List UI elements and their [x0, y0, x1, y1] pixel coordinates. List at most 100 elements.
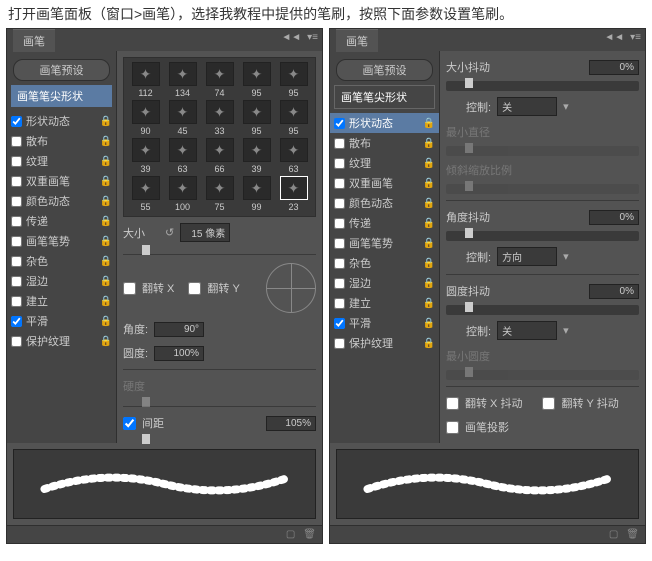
- roundness-jitter-value[interactable]: 0%: [589, 284, 639, 299]
- sidebar-item-4[interactable]: 颜色动态🔒: [330, 193, 439, 213]
- trash-icon[interactable]: 🗑: [303, 529, 316, 540]
- lock-icon[interactable]: 🔒: [423, 278, 435, 289]
- lock-icon[interactable]: 🔒: [423, 258, 435, 269]
- brush-thumbnail[interactable]: ✦63: [165, 138, 200, 174]
- lock-icon[interactable]: 🔒: [423, 118, 435, 129]
- brush-tip-shape[interactable]: 画笔笔尖形状: [11, 85, 112, 107]
- lock-icon[interactable]: 🔒: [423, 318, 435, 329]
- brush-thumbnail[interactable]: ✦95: [276, 62, 311, 98]
- sidebar-checkbox[interactable]: [334, 198, 345, 209]
- sidebar-item-1[interactable]: 散布🔒: [330, 133, 439, 153]
- sidebar-item-11[interactable]: 保护纹理🔒: [330, 333, 439, 353]
- menu-icon[interactable]: ▾≡: [630, 32, 641, 43]
- lock-icon[interactable]: 🔒: [100, 136, 112, 147]
- sidebar-item-0[interactable]: 形状动态🔒: [330, 113, 439, 133]
- sidebar-checkbox[interactable]: [334, 218, 345, 229]
- sidebar-item-10[interactable]: 平滑🔒: [330, 313, 439, 333]
- menu-icon[interactable]: ▾≡: [307, 32, 318, 43]
- sidebar-checkbox[interactable]: [11, 216, 22, 227]
- sidebar-item-4[interactable]: 颜色动态🔒: [7, 191, 116, 211]
- sidebar-checkbox[interactable]: [11, 336, 22, 347]
- collapse-icon[interactable]: ◄◄: [281, 32, 301, 43]
- sidebar-item-9[interactable]: 建立🔒: [7, 291, 116, 311]
- brush-thumbnail[interactable]: ✦99: [239, 176, 274, 212]
- angle-jitter-value[interactable]: 0%: [589, 210, 639, 225]
- sidebar-checkbox[interactable]: [334, 258, 345, 269]
- sidebar-checkbox[interactable]: [11, 236, 22, 247]
- brush-thumbnail[interactable]: ✦95: [239, 62, 274, 98]
- roundness-jitter-slider[interactable]: [446, 305, 639, 315]
- sidebar-item-0[interactable]: 形状动态🔒: [7, 111, 116, 131]
- sidebar-item-5[interactable]: 传递🔒: [330, 213, 439, 233]
- sidebar-checkbox[interactable]: [334, 318, 345, 329]
- sidebar-checkbox[interactable]: [11, 256, 22, 267]
- brush-thumbnail[interactable]: ✦95: [276, 100, 311, 136]
- brush-thumbnail[interactable]: ✦45: [165, 100, 200, 136]
- sidebar-item-9[interactable]: 建立🔒: [330, 293, 439, 313]
- sidebar-item-1[interactable]: 散布🔒: [7, 131, 116, 151]
- brush-thumbnail[interactable]: ✦74: [202, 62, 237, 98]
- lock-icon[interactable]: 🔒: [423, 178, 435, 189]
- new-preset-icon[interactable]: ▢: [286, 529, 295, 540]
- sidebar-checkbox[interactable]: [11, 276, 22, 287]
- sidebar-checkbox[interactable]: [11, 136, 22, 147]
- brush-thumbnail[interactable]: ✦90: [128, 100, 163, 136]
- lock-icon[interactable]: 🔒: [100, 156, 112, 167]
- brush-thumbnail[interactable]: ✦66: [202, 138, 237, 174]
- size-control-select[interactable]: 关: [497, 97, 557, 116]
- lock-icon[interactable]: 🔒: [100, 116, 112, 127]
- brush-thumbnail[interactable]: ✦39: [239, 138, 274, 174]
- lock-icon[interactable]: 🔒: [100, 276, 112, 287]
- lock-icon[interactable]: 🔒: [100, 296, 112, 307]
- sidebar-item-10[interactable]: 平滑🔒: [7, 311, 116, 331]
- sidebar-checkbox[interactable]: [334, 138, 345, 149]
- sidebar-item-3[interactable]: 双重画笔🔒: [7, 171, 116, 191]
- sidebar-checkbox[interactable]: [334, 338, 345, 349]
- sidebar-checkbox[interactable]: [11, 156, 22, 167]
- brush-projection-checkbox[interactable]: [446, 421, 459, 434]
- lock-icon[interactable]: 🔒: [100, 236, 112, 247]
- brush-thumbnail[interactable]: ✦33: [202, 100, 237, 136]
- panel-tab[interactable]: 画笔: [13, 29, 55, 52]
- sidebar-item-2[interactable]: 纹理🔒: [330, 153, 439, 173]
- sidebar-checkbox[interactable]: [11, 116, 22, 127]
- flip-y-jitter-checkbox[interactable]: [542, 397, 555, 410]
- sidebar-checkbox[interactable]: [334, 178, 345, 189]
- brush-thumbnail[interactable]: ✦55: [128, 176, 163, 212]
- lock-icon[interactable]: 🔒: [423, 218, 435, 229]
- panel-tab[interactable]: 画笔: [336, 29, 378, 52]
- sidebar-item-5[interactable]: 传递🔒: [7, 211, 116, 231]
- lock-icon[interactable]: 🔒: [423, 238, 435, 249]
- brush-presets-button[interactable]: 画笔预设: [13, 59, 110, 81]
- spacing-checkbox[interactable]: [123, 417, 136, 430]
- lock-icon[interactable]: 🔒: [100, 216, 112, 227]
- lock-icon[interactable]: 🔒: [100, 256, 112, 267]
- new-preset-icon[interactable]: ▢: [609, 529, 618, 540]
- sidebar-checkbox[interactable]: [334, 158, 345, 169]
- sidebar-checkbox[interactable]: [334, 238, 345, 249]
- sidebar-item-6[interactable]: 画笔笔势🔒: [7, 231, 116, 251]
- lock-icon[interactable]: 🔒: [423, 158, 435, 169]
- lock-icon[interactable]: 🔒: [423, 138, 435, 149]
- brush-thumbnail[interactable]: ✦75: [202, 176, 237, 212]
- brush-thumbnail[interactable]: ✦100: [165, 176, 200, 212]
- flip-y-checkbox[interactable]: [188, 282, 201, 295]
- brush-thumbnail[interactable]: ✦95: [239, 100, 274, 136]
- sidebar-checkbox[interactable]: [11, 176, 22, 187]
- brush-thumbnail[interactable]: ✦112: [128, 62, 163, 98]
- sidebar-item-7[interactable]: 杂色🔒: [330, 253, 439, 273]
- lock-icon[interactable]: 🔒: [100, 316, 112, 327]
- size-jitter-slider[interactable]: [446, 81, 639, 91]
- sidebar-item-6[interactable]: 画笔笔势🔒: [330, 233, 439, 253]
- sidebar-item-3[interactable]: 双重画笔🔒: [330, 173, 439, 193]
- sidebar-checkbox[interactable]: [11, 316, 22, 327]
- sidebar-item-7[interactable]: 杂色🔒: [7, 251, 116, 271]
- angle-jitter-slider[interactable]: [446, 231, 639, 241]
- sidebar-checkbox[interactable]: [334, 278, 345, 289]
- sidebar-item-8[interactable]: 湿边🔒: [7, 271, 116, 291]
- reset-size-icon[interactable]: ↺: [165, 226, 174, 239]
- brush-thumbnail[interactable]: ✦23: [276, 176, 311, 212]
- lock-icon[interactable]: 🔒: [423, 298, 435, 309]
- trash-icon[interactable]: 🗑: [626, 529, 639, 540]
- roundness-value[interactable]: 100%: [154, 346, 204, 361]
